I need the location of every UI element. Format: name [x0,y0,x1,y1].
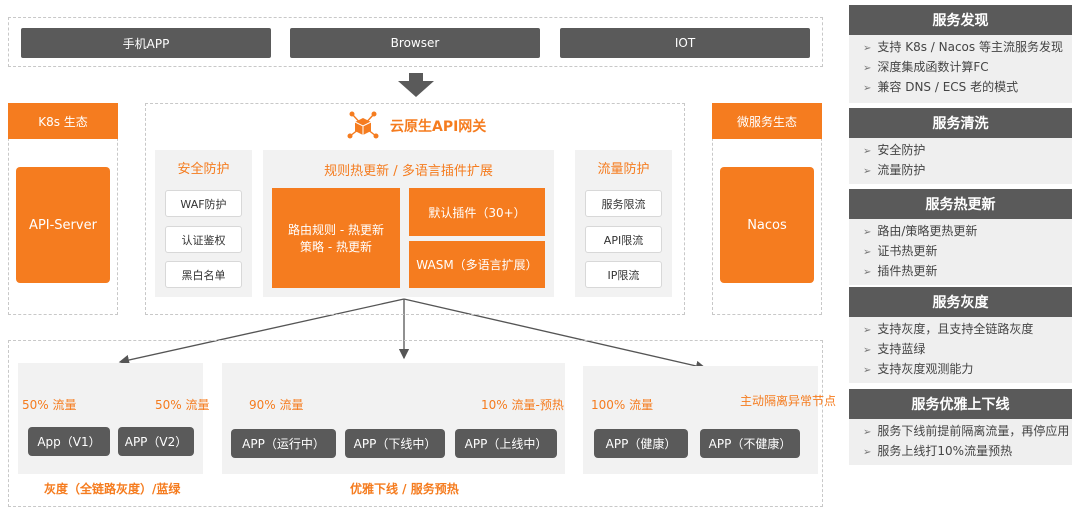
k8s-header: K8s 生态 [8,103,118,139]
route-rule-text: 路由规则 - 热更新 [288,223,384,237]
micro-header: 微服务生态 [712,103,822,139]
feature-cleaning-list: ➢ 安全防护 ➢ 流量防护 [849,138,1072,184]
client-iot: IOT [560,28,810,58]
graceful-footer: 优雅下线 / 服务预热 [350,482,459,496]
feature-item: ➢ 证书热更新 [863,244,938,258]
graceful-right-pct: 10% 流量-预热 [481,398,564,412]
blackwhite-item: 黑白名单 [165,261,242,288]
cube-network-icon [347,111,379,139]
down-arrow-icon [398,73,434,97]
gray-right-pct: 50% 流量 [155,398,210,412]
chevron-right-icon: ➢ [863,146,872,157]
client-mobile-app: 手机APP [21,28,271,58]
feature-item: ➢ 路由/策略更热更新 [863,224,978,238]
feature-item: ➢ 支持灰度，且支持全链路灰度 [863,322,1034,336]
feature-hotupdate-list: ➢ 路由/策略更热更新 ➢ 证书热更新 ➢ 插件热更新 [849,219,1072,285]
nacos-box: Nacos [720,167,814,283]
default-plugins-box: 默认插件（30+） [409,188,545,236]
feature-item: ➢ 支持 K8s / Nacos 等主流服务发现 [863,40,1063,54]
gateway-title: 云原生API网关 [390,119,487,135]
app-v1: App（V1） [28,427,110,456]
policy-rule-text: 策略 - 热更新 [300,240,372,254]
app-unhealthy: APP（不健康） [700,429,800,458]
gray-footer: 灰度（全链路灰度）/蓝绿 [44,482,181,496]
route-hot-update-box: 路由规则 - 热更新 策略 - 热更新 [272,188,400,288]
chevron-right-icon: ➢ [863,427,872,438]
chevron-right-icon: ➢ [863,365,872,376]
chevron-right-icon: ➢ [863,83,872,94]
feature-item: ➢ 支持灰度观测能力 [863,362,974,376]
wasm-box: WASM（多语言扩展） [409,241,545,288]
ip-limit-item: IP限流 [585,261,662,288]
app-going-online: APP（上线中） [455,429,557,458]
gray-left-pct: 50% 流量 [22,398,77,412]
feature-item: ➢ 服务下线前提前隔离流量，再停应用 [863,424,1070,438]
app-running: APP（运行中） [231,429,336,458]
feature-gray-title: 服务灰度 [849,287,1072,317]
health-left-pct: 100% 流量 [591,398,654,412]
chevron-right-icon: ➢ [863,325,872,336]
chevron-right-icon: ➢ [863,267,872,278]
feature-item: ➢ 服务上线打10%流量预热 [863,444,1013,458]
chevron-right-icon: ➢ [863,227,872,238]
security-title: 安全防护 [177,162,230,177]
feature-item: ➢ 深度集成函数计算FC [863,60,989,74]
feature-discovery-list: ➢ 支持 K8s / Nacos 等主流服务发现 ➢ 深度集成函数计算FC ➢ 兼容 … [849,35,1072,103]
feature-graceful-list: ➢ 服务下线前提前隔离流量，再停应用 ➢ 服务上线打10%流量预热 [849,419,1072,465]
app-v2: APP（V2） [118,427,194,456]
feature-item: ➢ 支持蓝绿 [863,342,926,356]
chevron-right-icon: ➢ [863,247,872,258]
app-going-offline: APP（下线中） [345,429,445,458]
feature-item: ➢ 兼容 DNS / ECS 老的模式 [863,80,1019,94]
feature-item: ➢ 流量防护 [863,163,926,177]
chevron-right-icon: ➢ [863,345,872,356]
chevron-right-icon: ➢ [863,447,872,458]
api-limit-item: API限流 [585,226,662,253]
chevron-right-icon: ➢ [863,166,872,177]
waf-item: WAF防护 [165,190,242,217]
feature-cleaning-title: 服务清洗 [849,108,1072,138]
feature-item: ➢ 安全防护 [863,143,926,157]
graceful-left-pct: 90% 流量 [249,398,304,412]
feature-gray-list: ➢ 支持灰度，且支持全链路灰度 ➢ 支持蓝绿 ➢ 支持灰度观测能力 [849,317,1072,383]
service-limit-item: 服务限流 [585,190,662,217]
health-right-note: 主动隔离异常节点 [740,394,837,408]
chevron-right-icon: ➢ [863,43,872,54]
feature-discovery-title: 服务发现 [849,5,1072,35]
feature-item: ➢ 插件热更新 [863,264,938,278]
app-healthy: APP（健康） [594,429,688,458]
chevron-right-icon: ➢ [863,63,872,74]
feature-graceful-title: 服务优雅上下线 [849,389,1072,419]
rules-title: 规则热更新 / 多语言插件扩展 [324,164,493,179]
api-server-box: API-Server [16,167,110,283]
traffic-title: 流量防护 [597,162,650,177]
client-browser: Browser [290,28,540,58]
feature-hotupdate-title: 服务热更新 [849,189,1072,219]
auth-item: 认证鉴权 [165,226,242,253]
feature-panel: 服务发现 ➢ 支持 K8s / Nacos 等主流服务发现 ➢ 深度集成函数计算FC… [849,5,1072,525]
gray-group [18,363,203,474]
